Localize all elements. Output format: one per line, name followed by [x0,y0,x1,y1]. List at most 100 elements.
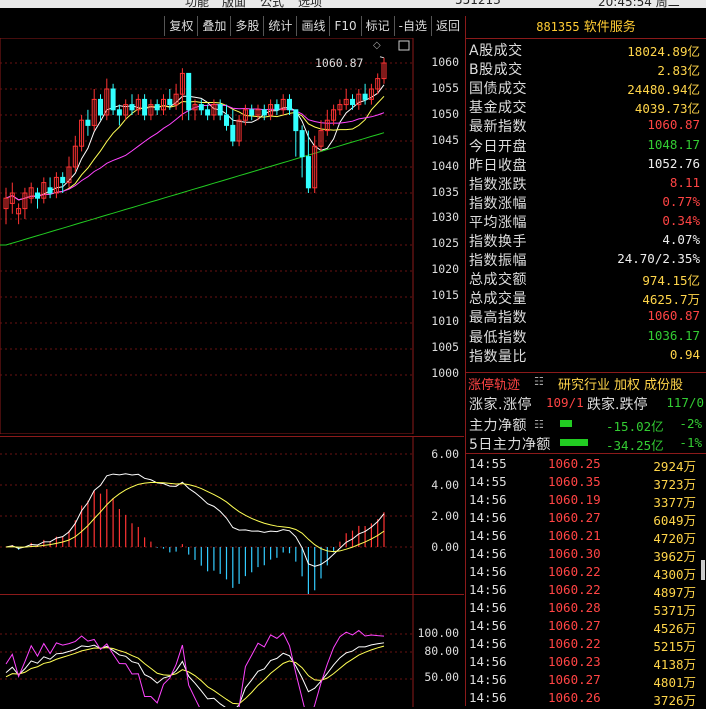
menu-item-layout[interactable]: 版面 [222,0,246,8]
stat-value: 4.07% [662,232,700,247]
tick-price: 1060.30 [548,546,601,561]
tick-row[interactable]: 14:56 1060.26 3726万 [466,690,706,708]
stock-code: 881355 [536,20,580,34]
stat-row: 总成交量 4625.7万 [466,288,706,307]
tick-list: 14:55 1060.25 2924万 14:55 1060.35 3723万 14:56 1… [466,453,706,708]
macd-tick-2: 2.00 [431,509,459,523]
stat-label: 昨日收盘 [469,157,527,174]
tick-time: 14:56 [469,492,507,507]
ma60-line [0,132,385,246]
stat-row: 指数换手 4.07% [466,231,706,250]
tick-row[interactable]: 14:56 1060.30 3962万 [466,546,706,564]
tick-row[interactable]: 14:56 1060.22 4300万 [466,564,706,582]
tab-limit-track[interactable]: 涨停轨迹 [468,374,520,393]
five-day-netflow-label: 5日主力净额 [469,437,551,453]
menu-item-function[interactable]: 功能 [185,0,209,8]
tick-row[interactable]: 14:56 1060.28 5371万 [466,600,706,618]
tab-components[interactable]: 成份股 [644,374,683,393]
stat-row: 平均涨幅 0.34% [466,212,706,231]
tick-volume: 3723万 [653,477,696,492]
tick-price: 1060.22 [548,636,601,651]
toolbar-button-remove-watchlist[interactable]: -自选 [393,16,431,36]
stat-label: 国债成交 [469,81,527,98]
stat-value: 2.83亿 [657,63,700,79]
y-tick-1010: 1010 [431,314,459,328]
macd-pane[interactable]: 6.00 4.00 2.00 0.00 [0,436,464,594]
tick-row[interactable]: 14:55 1060.25 2924万 [466,456,706,474]
candle-body [167,98,173,106]
kdj-tick-80: 80.00 [424,644,459,658]
tick-time: 14:55 [469,456,507,471]
candle-body [217,104,223,116]
tab-weighted[interactable]: 加权 [614,374,640,393]
tick-volume: 5215万 [653,639,696,654]
tick-row[interactable]: 14:56 1060.23 4138万 [466,654,706,672]
toolbar-button-f10[interactable]: F10 [329,16,360,36]
diamond-icon: ◇ [373,40,381,51]
kdj-tick-50: 50.00 [424,670,459,684]
kdj-pane[interactable]: 100.00 80.00 50.00 [0,594,464,707]
tick-row[interactable]: 14:55 1060.35 3723万 [466,474,706,492]
tick-volume: 4138万 [653,657,696,672]
stat-row: 指数量比 0.94 [466,346,706,365]
tick-volume: 4300万 [653,567,696,582]
tick-time: 14:56 [469,510,507,525]
window-toggle-icon [398,40,410,51]
stat-value: 1052.76 [647,155,700,171]
candle-body [261,109,267,116]
stat-label: A股成交 [469,43,523,59]
stat-value: 4039.73亿 [634,101,700,117]
kdj-chart [0,595,414,707]
stat-row: A股成交 18024.89亿 [466,40,706,59]
toolbar-button-statistics[interactable]: 统计 [263,16,296,36]
toolbar-button-multi-stock[interactable]: 多股 [230,16,263,36]
tick-row[interactable]: 14:56 1060.19 3377万 [466,492,706,510]
stat-label: B股成交 [469,62,523,79]
candle-body [47,187,53,194]
tick-price: 1060.21 [548,528,601,543]
stat-label: 今日开盘 [469,138,527,155]
tick-price: 1060.27 [548,510,601,525]
candle-body [142,98,148,116]
tick-time: 14:56 [469,582,507,597]
toolbar-button-back[interactable]: 返回 [430,16,464,36]
tick-time: 14:56 [469,528,507,543]
tick-row[interactable]: 14:56 1060.21 4720万 [466,528,706,546]
tick-row[interactable]: 14:56 1060.22 4897万 [466,582,706,600]
kline-pane[interactable]: ◇ 1060 1055 1050 1045 1040 1035 1030 102… [0,38,464,434]
netflow-menu-icon[interactable]: ☷ [534,418,544,431]
stat-value: 1060.87 [647,117,700,133]
menu-item-options[interactable]: 选项 [298,0,322,8]
menu-item-formula[interactable]: 公式 [260,0,284,8]
stat-label: 平均涨幅 [469,214,527,231]
tick-row[interactable]: 14:56 1060.27 4801万 [466,672,706,690]
y-tick-1015: 1015 [431,288,459,302]
down-limit-label: 跌家.跌停 [587,397,648,413]
tick-volume: 3726万 [653,693,696,708]
y-tick-1050: 1050 [431,107,459,121]
tick-row[interactable]: 14:56 1060.27 4526万 [466,618,706,636]
candle-body [293,109,299,132]
tick-time: 14:55 [469,474,507,489]
tick-row[interactable]: 14:56 1060.22 5215万 [466,636,706,654]
candle-body [116,109,122,116]
stock-name: 软件服务 [583,20,636,35]
scrollbar[interactable] [701,560,705,580]
stat-value: 4625.7万 [642,292,700,308]
candle-body [249,109,255,116]
toolbar-button-overlay[interactable]: 叠加 [197,16,230,36]
toolbar-button-restore-rights[interactable]: 复权 [164,16,197,36]
menubar-time: 20:45:54 周二 [598,0,680,8]
stat-value: 0.77% [662,193,700,209]
stat-value: 1060.87 [647,308,700,324]
tab-research-industry[interactable]: 研究行业 [558,374,610,393]
toolbar-button-mark[interactable]: 标记 [360,16,394,36]
five-day-netflow-bar [560,439,588,446]
tick-volume: 5371万 [653,603,696,618]
stat-label: 指数振幅 [469,253,527,270]
stat-row: 最高指数 1060.87 [466,307,706,326]
menu-grid-icon[interactable]: ☷ [534,375,544,388]
tick-time: 14:56 [469,564,507,579]
toolbar-button-draw-line[interactable]: 画线 [296,16,329,36]
tick-row[interactable]: 14:56 1060.27 6049万 [466,510,706,528]
